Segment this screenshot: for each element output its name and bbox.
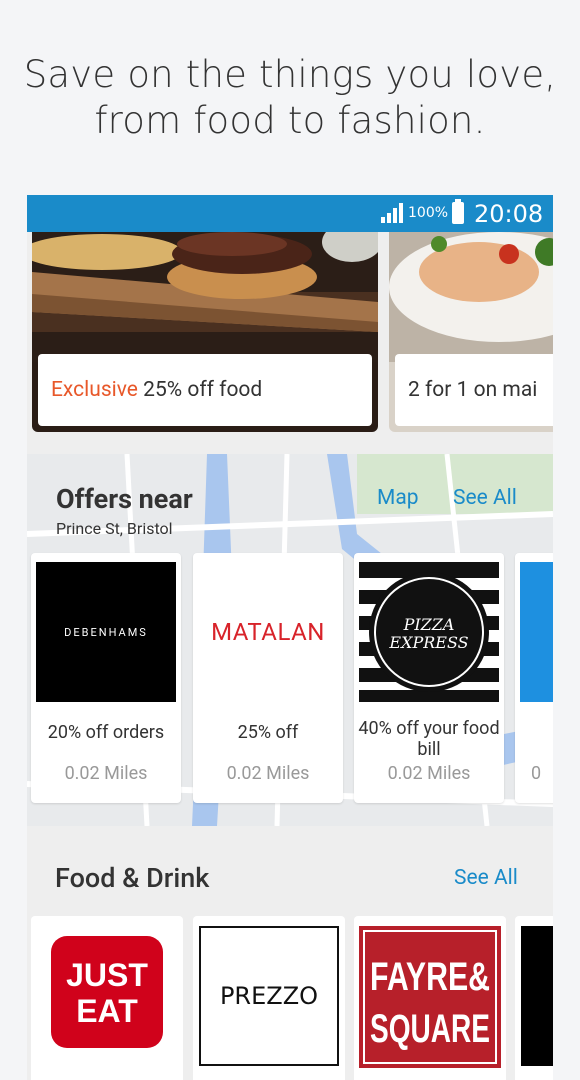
hero-card-exclusive[interactable]: Exclusive 25% off food xyxy=(32,232,378,432)
signal-icon xyxy=(381,203,403,223)
food-drink-title: Food & Drink xyxy=(55,862,210,894)
hero-caption-2for1: 2 for 1 on mai xyxy=(395,354,553,426)
offer-tile-pizza-express[interactable]: PIZZA EXPRESS 40% off your food bill 0.0… xyxy=(354,553,504,803)
food-tile-partial[interactable] xyxy=(515,916,553,1080)
offer-tile-matalan[interactable]: MATALAN 25% off 0.02 Miles xyxy=(193,553,343,803)
offer-tile-debenhams[interactable]: DEBENHAMS 20% off orders 0.02 Miles xyxy=(31,553,181,803)
featured-carousel[interactable]: Exclusive 25% off food 2 for 1 on mai xyxy=(27,232,553,444)
food-tile-fayre-square[interactable]: FAYRE& SQUARE xyxy=(354,916,506,1080)
svg-text:PIZZA: PIZZA xyxy=(403,615,455,634)
status-time: 20:08 xyxy=(474,200,544,228)
offers-near-location: Prince St, Bristol xyxy=(56,519,173,538)
map-link[interactable]: Map xyxy=(377,486,419,510)
svg-text:EXPRESS: EXPRESS xyxy=(388,633,468,652)
fayre-line-1: FAYRE& xyxy=(370,955,490,999)
phone-screen: 100% 20:08 Exclusive 25% off food 2 for … xyxy=(27,195,553,1080)
offers-see-all-link[interactable]: See All xyxy=(453,486,517,510)
fayre-square-logo: FAYRE& SQUARE xyxy=(359,926,501,1068)
food-drink-section: Food & Drink See All JUST EAT PREZZO FAY… xyxy=(27,826,553,1080)
offer-text: 20% off orders xyxy=(47,722,165,743)
hero-offer-text: 25% off food xyxy=(137,378,263,402)
exclusive-label: Exclusive xyxy=(51,378,138,402)
pizza-express-logo: PIZZA EXPRESS xyxy=(359,562,499,702)
just-eat-logo: JUST EAT xyxy=(51,936,163,1048)
promo-line-2: from food to fashion. xyxy=(94,99,486,142)
matalan-logo-text: MATALAN xyxy=(211,618,325,646)
partial-food-logo xyxy=(521,926,553,1066)
prezzo-logo: PREZZO xyxy=(199,926,339,1066)
promo-line-1: Save on the things you love, xyxy=(23,53,557,96)
status-bar: 100% 20:08 xyxy=(27,195,553,232)
offer-distance: 0 xyxy=(531,763,542,784)
offer-distance: 0.02 Miles xyxy=(64,763,148,784)
debenhams-logo-text: DEBENHAMS xyxy=(64,625,148,639)
offer-distance: 0.02 Miles xyxy=(387,763,471,784)
dish-image xyxy=(389,232,553,362)
burger-image xyxy=(32,232,378,362)
partial-brand-logo xyxy=(520,562,553,702)
hero-caption-exclusive: Exclusive 25% off food xyxy=(38,354,372,426)
offers-near-section: Offers near Prince St, Bristol Map See A… xyxy=(27,454,553,826)
offers-near-title: Offers near xyxy=(56,483,193,515)
just-eat-line-1: JUST xyxy=(66,957,148,993)
food-see-all-link[interactable]: See All xyxy=(454,866,518,890)
just-eat-line-2: EAT xyxy=(76,993,138,1029)
prezzo-logo-text: PREZZO xyxy=(219,982,319,1010)
food-tile-prezzo[interactable]: PREZZO xyxy=(193,916,345,1080)
offer-tile-partial[interactable]: 0 xyxy=(515,553,553,803)
promo-headline: Save on the things you love, from food t… xyxy=(0,52,580,144)
battery-percent: 100% xyxy=(408,205,449,221)
offer-distance: 0.02 Miles xyxy=(226,763,310,784)
hero-card-2for1[interactable]: 2 for 1 on mai xyxy=(389,232,553,432)
debenhams-logo: DEBENHAMS xyxy=(36,562,176,702)
offer-text: 25% off xyxy=(237,722,299,743)
matalan-logo: MATALAN xyxy=(198,562,338,702)
offer-text: 40% off your food bill xyxy=(358,718,500,760)
fayre-line-2: SQUARE xyxy=(370,1007,490,1051)
battery-icon xyxy=(452,199,464,224)
food-tile-just-eat[interactable]: JUST EAT xyxy=(31,916,183,1080)
